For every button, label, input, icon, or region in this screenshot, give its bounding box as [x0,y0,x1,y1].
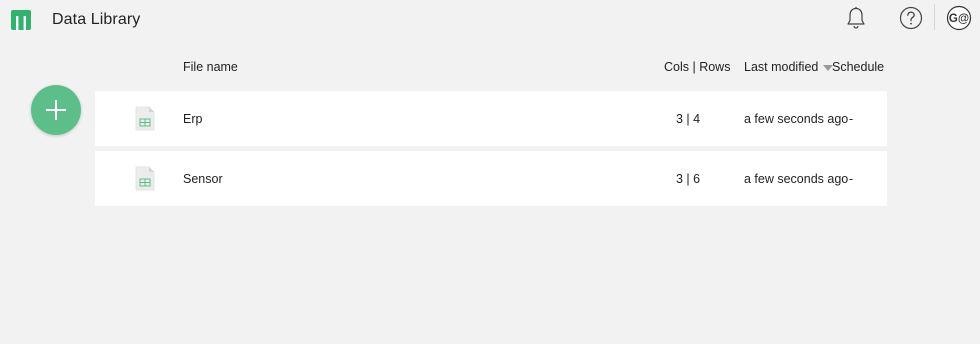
app-title: Data Library [52,11,141,28]
header-last-modified-label: Last modified [744,60,819,74]
file-schedule: - [849,172,854,186]
file-schedule: - [849,112,854,126]
file-name: Sensor [183,172,223,186]
file-cols-rows: 3 | 4 [676,112,701,126]
table-row[interactable]: Erp 3 | 4 a few seconds ago - [95,91,887,146]
help-button[interactable] [898,5,924,31]
plus-icon [46,100,66,120]
avatar-icon: G@ [946,5,972,31]
avatar-initials: G@ [949,13,969,25]
file-last-modified: a few seconds ago [744,112,849,126]
header-schedule[interactable]: Schedule [832,60,884,74]
file-last-modified: a few seconds ago [744,172,849,186]
table-header: File name Cols | Rows Last modified Sche… [95,58,887,78]
toolbar-divider [934,4,935,30]
add-file-button[interactable] [31,85,81,135]
bell-icon [847,6,865,29]
file-name: Erp [183,112,203,126]
file-cols-rows: 3 | 6 [676,172,701,186]
header-cols-rows[interactable]: Cols | Rows [664,60,730,74]
table-row[interactable]: Sensor 3 | 6 a few seconds ago - [95,151,887,206]
logo-icon[interactable] [11,10,31,30]
header-file-name[interactable]: File name [183,60,238,74]
notifications-button[interactable] [843,5,869,31]
header-last-modified[interactable]: Last modified [744,60,834,74]
top-bar: Data Library G@ [0,0,980,40]
spreadsheet-file-icon [135,166,155,191]
question-circle-icon [899,6,923,30]
spreadsheet-file-icon [135,106,155,131]
user-avatar-button[interactable]: G@ [946,5,972,31]
